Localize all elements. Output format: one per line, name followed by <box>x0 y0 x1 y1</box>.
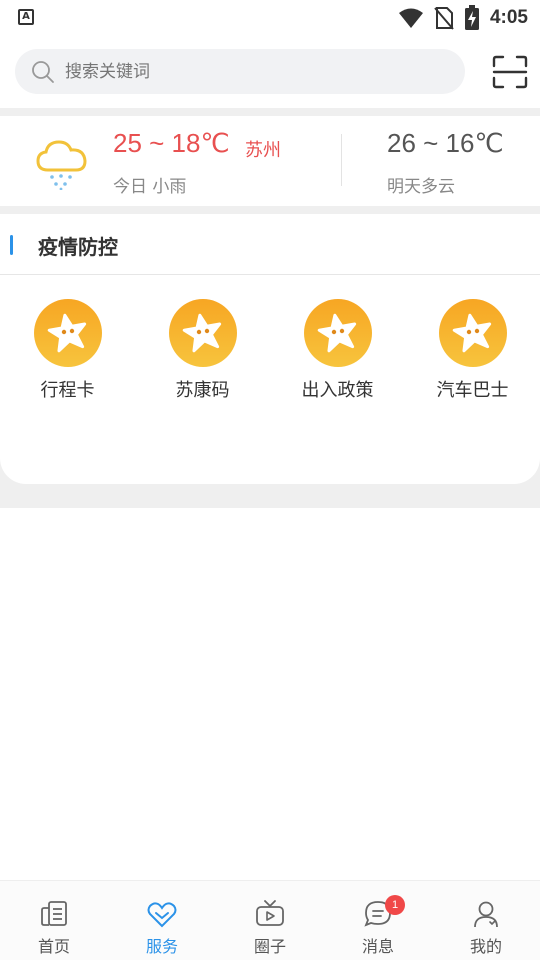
no-sim-icon <box>434 7 454 30</box>
wifi-icon <box>398 8 423 28</box>
nav-home[interactable]: 首页 <box>0 881 108 960</box>
star-icon <box>303 299 372 367</box>
star-icon <box>168 299 237 367</box>
profile-icon <box>474 901 498 928</box>
status-icons: 4:05 <box>398 4 528 32</box>
section-title: 疫情防控 <box>38 235 118 259</box>
status-bar: A 4:05 <box>0 0 540 36</box>
tomorrow-temperature: 26 ~ 16℃ <box>387 128 504 158</box>
service-label: 行程卡 <box>40 380 95 401</box>
today-weather-desc: 今日 小雨 <box>113 177 187 197</box>
service-label: 汽车巴士 <box>436 380 509 401</box>
search-bar[interactable] <box>15 49 465 94</box>
scan-icon[interactable] <box>492 55 528 89</box>
weather-divider <box>341 134 342 186</box>
nav-circle[interactable]: 圈子 <box>216 881 324 960</box>
nav-label: 首页 <box>37 937 70 956</box>
search-input[interactable] <box>65 61 425 82</box>
search-icon <box>32 60 54 83</box>
nav-label: 圈子 <box>253 937 286 956</box>
weather-card[interactable]: 25 ~ 18℃ 苏州 今日 小雨 26 ~ 16℃ 明天多云 <box>0 116 540 206</box>
tomorrow-weather-desc: 明天多云 <box>387 177 455 197</box>
tv-icon <box>256 900 284 926</box>
battery-charging-icon <box>464 5 479 30</box>
nav-label: 我的 <box>469 937 502 956</box>
rain-cloud-icon <box>36 140 87 190</box>
nav-profile[interactable]: 我的 <box>432 881 540 960</box>
section-accent-bar <box>10 235 13 255</box>
clock: 4:05 <box>489 7 528 28</box>
service-health-code[interactable]: 苏康码 <box>135 298 270 402</box>
service-grid: 行程卡 苏康码 出入政策 汽车巴士 <box>0 298 540 402</box>
message-badge: 1 <box>385 895 405 915</box>
service-label: 苏康码 <box>175 380 230 401</box>
city-name: 苏州 <box>245 140 281 161</box>
star-icon <box>438 299 507 367</box>
service-bus[interactable]: 汽车巴士 <box>405 298 540 402</box>
home-icon <box>41 901 67 926</box>
service-label: 出入政策 <box>301 380 374 401</box>
nav-label: 消息 <box>361 937 394 956</box>
nav-service[interactable]: 服务 <box>108 881 216 960</box>
separator <box>0 108 540 116</box>
epidemic-section: 疫情防控 行程卡 苏康码 出入政策 汽车巴士 <box>0 214 540 484</box>
keyboard-indicator-icon: A <box>18 9 34 25</box>
service-itinerary-card[interactable]: 行程卡 <box>0 298 135 402</box>
nav-messages[interactable]: 1 消息 <box>324 881 432 960</box>
star-icon <box>33 299 102 367</box>
nav-label: 服务 <box>145 937 178 956</box>
today-temperature: 25 ~ 18℃ <box>113 128 230 158</box>
section-divider <box>0 274 540 275</box>
service-travel-policy[interactable]: 出入政策 <box>270 298 405 402</box>
service-heart-icon <box>147 902 177 928</box>
bottom-nav: 首页 服务 圈子 1 消息 我的 <box>0 880 540 960</box>
